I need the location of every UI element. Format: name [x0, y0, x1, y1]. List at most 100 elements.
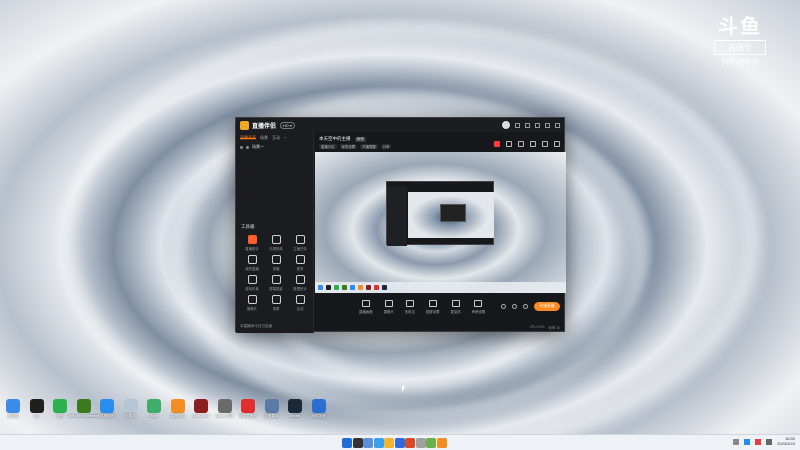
- live-preview[interactable]: [315, 152, 566, 293]
- settings-icon[interactable]: [525, 122, 530, 128]
- desktop-icon[interactable]: 直播伴侣: [167, 399, 189, 419]
- edit-room-button[interactable]: 编辑: [354, 136, 366, 142]
- tool-item[interactable]: 录播: [264, 255, 288, 271]
- desktop-icon[interactable]: 百度网盘: [96, 399, 118, 419]
- taskbar-app-icon[interactable]: [394, 438, 405, 448]
- desktop-icon[interactable]: Steam: [284, 399, 306, 419]
- taskbar-app-icon[interactable]: [405, 438, 415, 448]
- share-icon[interactable]: [554, 141, 560, 147]
- streaming-app-window[interactable]: 直播伴侣 HD ▾ 直播画面 场景 互动 + 场景一 工具箱 直播助手 礼物特效…: [235, 117, 566, 333]
- eye-icon[interactable]: [240, 145, 243, 149]
- desktop-icon-label: StarCraft II: [192, 414, 210, 418]
- maximize-icon[interactable]: [545, 122, 550, 128]
- minimize-icon[interactable]: [535, 122, 540, 128]
- desktop-icon[interactable]: GeForce Experience: [67, 399, 100, 419]
- app-icon: [288, 399, 302, 413]
- record-dot-icon[interactable]: [501, 304, 506, 309]
- tool-item[interactable]: 我的直播: [240, 255, 264, 271]
- app-icon: [241, 399, 255, 413]
- nested-inner-window: [440, 204, 466, 222]
- taskbar-app-icon[interactable]: [352, 438, 363, 448]
- start-live-button[interactable]: 开始直播: [534, 302, 560, 311]
- tool-item[interactable]: 主播任务: [288, 235, 312, 251]
- desktop-icon[interactable]: 百度翻译: [261, 399, 283, 419]
- tab-scene[interactable]: 场景: [260, 135, 268, 140]
- tool-item[interactable]: 屏幕投影: [264, 275, 288, 291]
- control-item[interactable]: 声音设置: [472, 300, 485, 314]
- preview-app-icon: [374, 285, 379, 290]
- taskbar-app-icon[interactable]: [436, 438, 447, 448]
- lock-icon[interactable]: [246, 145, 249, 149]
- taskbar-app-icon[interactable]: [363, 438, 373, 448]
- avatar[interactable]: [502, 121, 510, 129]
- desktop-icon-label: 百度网盘: [100, 414, 114, 418]
- tool-item[interactable]: 录屏: [264, 295, 288, 311]
- taskbar-app-icon[interactable]: [415, 438, 426, 448]
- room-tags: 直播分区 标签设置 开播提醒 分享: [319, 144, 392, 149]
- app-titlebar[interactable]: 直播伴侣 HD ▾: [236, 118, 564, 132]
- add-tab-button[interactable]: +: [284, 135, 286, 140]
- live-icon: [247, 255, 257, 264]
- preview-app-icon: [342, 285, 347, 290]
- desktop-icon-label: Steam: [289, 414, 301, 418]
- assistant-icon: [247, 235, 257, 244]
- desktop-icon-label: QQ: [33, 414, 40, 418]
- chat-icon[interactable]: [518, 141, 524, 147]
- control-item[interactable]: 直播画面: [359, 300, 373, 314]
- desktop-icon[interactable]: 网络加速: [308, 399, 330, 419]
- tab-interaction[interactable]: 互动: [272, 135, 280, 140]
- tool-item[interactable]: 直播助手: [240, 235, 264, 251]
- taskbar-app-icon[interactable]: [384, 438, 394, 448]
- fps-status: 帧率 30: [548, 326, 561, 330]
- volume-icon[interactable]: [766, 438, 773, 445]
- app-icon: [29, 399, 44, 413]
- taskbar-app-icon[interactable]: [373, 438, 384, 448]
- message-icon[interactable]: [515, 122, 520, 128]
- app-icon: [100, 399, 114, 413]
- room-tag[interactable]: 开播提醒: [360, 144, 378, 149]
- tab-live-scene[interactable]: 直播画面: [240, 135, 256, 140]
- app-icon: [194, 399, 208, 413]
- quality-badge[interactable]: HD ▾: [280, 121, 295, 129]
- tool-item[interactable]: 虚拟形象: [240, 275, 264, 291]
- desktop-icon[interactable]: Edge: [143, 399, 165, 419]
- room-tag[interactable]: 标签设置: [339, 144, 358, 149]
- desktop-icon[interactable]: 回收站: [120, 399, 142, 419]
- desktop-icon[interactable]: 网易云音乐: [237, 399, 259, 419]
- close-icon[interactable]: [555, 122, 560, 128]
- clock-icon[interactable]: [512, 304, 517, 309]
- room-tag[interactable]: 直播分区: [319, 144, 337, 149]
- desktop-icon[interactable]: Steam 游戏: [214, 399, 236, 419]
- desktop-icon[interactable]: StarCraft II: [190, 399, 212, 419]
- tool-label: 更多: [296, 267, 304, 271]
- control-item[interactable]: 投屏设置: [426, 300, 439, 314]
- taskbar-app-icon[interactable]: [426, 438, 436, 448]
- tool-item[interactable]: 更多: [288, 255, 312, 271]
- control-item[interactable]: 多机位: [405, 300, 415, 314]
- tool-item[interactable]: 礼物特效: [264, 235, 288, 251]
- chevron-up-icon[interactable]: [733, 438, 740, 445]
- tool-item[interactable]: 数据统计: [288, 275, 312, 291]
- desktop-icon[interactable]: QQ: [26, 399, 48, 419]
- tool-item[interactable]: 摄像头: [240, 295, 264, 311]
- desktop-icon-label: GeForce Experience: [67, 414, 100, 418]
- gear-icon[interactable]: [523, 304, 528, 309]
- taskbar-clock[interactable]: 16:50 2023/4/24: [777, 436, 795, 447]
- tool-item[interactable]: 互动: [288, 295, 312, 311]
- control-item[interactable]: 摄像头: [384, 300, 394, 314]
- gift-box-icon[interactable]: [506, 141, 512, 147]
- fan-icon[interactable]: [530, 141, 536, 147]
- scene-item[interactable]: 场景一: [236, 142, 313, 152]
- start-icon[interactable]: [342, 438, 352, 448]
- bell-icon[interactable]: [542, 141, 548, 147]
- notification-icon[interactable]: [494, 141, 500, 147]
- desktop-icons: 此电脑 QQ 微信 GeForce Experience 百度网盘 回收站 Edge 直播伴侣…: [0, 399, 340, 427]
- antivirus-icon[interactable]: [755, 438, 762, 445]
- microphone-icon: [451, 300, 460, 307]
- room-tag[interactable]: 分享: [380, 144, 392, 149]
- network-icon[interactable]: [744, 438, 751, 445]
- desktop-icon[interactable]: 此电脑: [2, 399, 24, 419]
- desktop-icon-label: 网络加速: [311, 414, 326, 418]
- control-item[interactable]: 麦克风: [450, 300, 461, 314]
- tool-label: 虚拟形象: [245, 287, 259, 291]
